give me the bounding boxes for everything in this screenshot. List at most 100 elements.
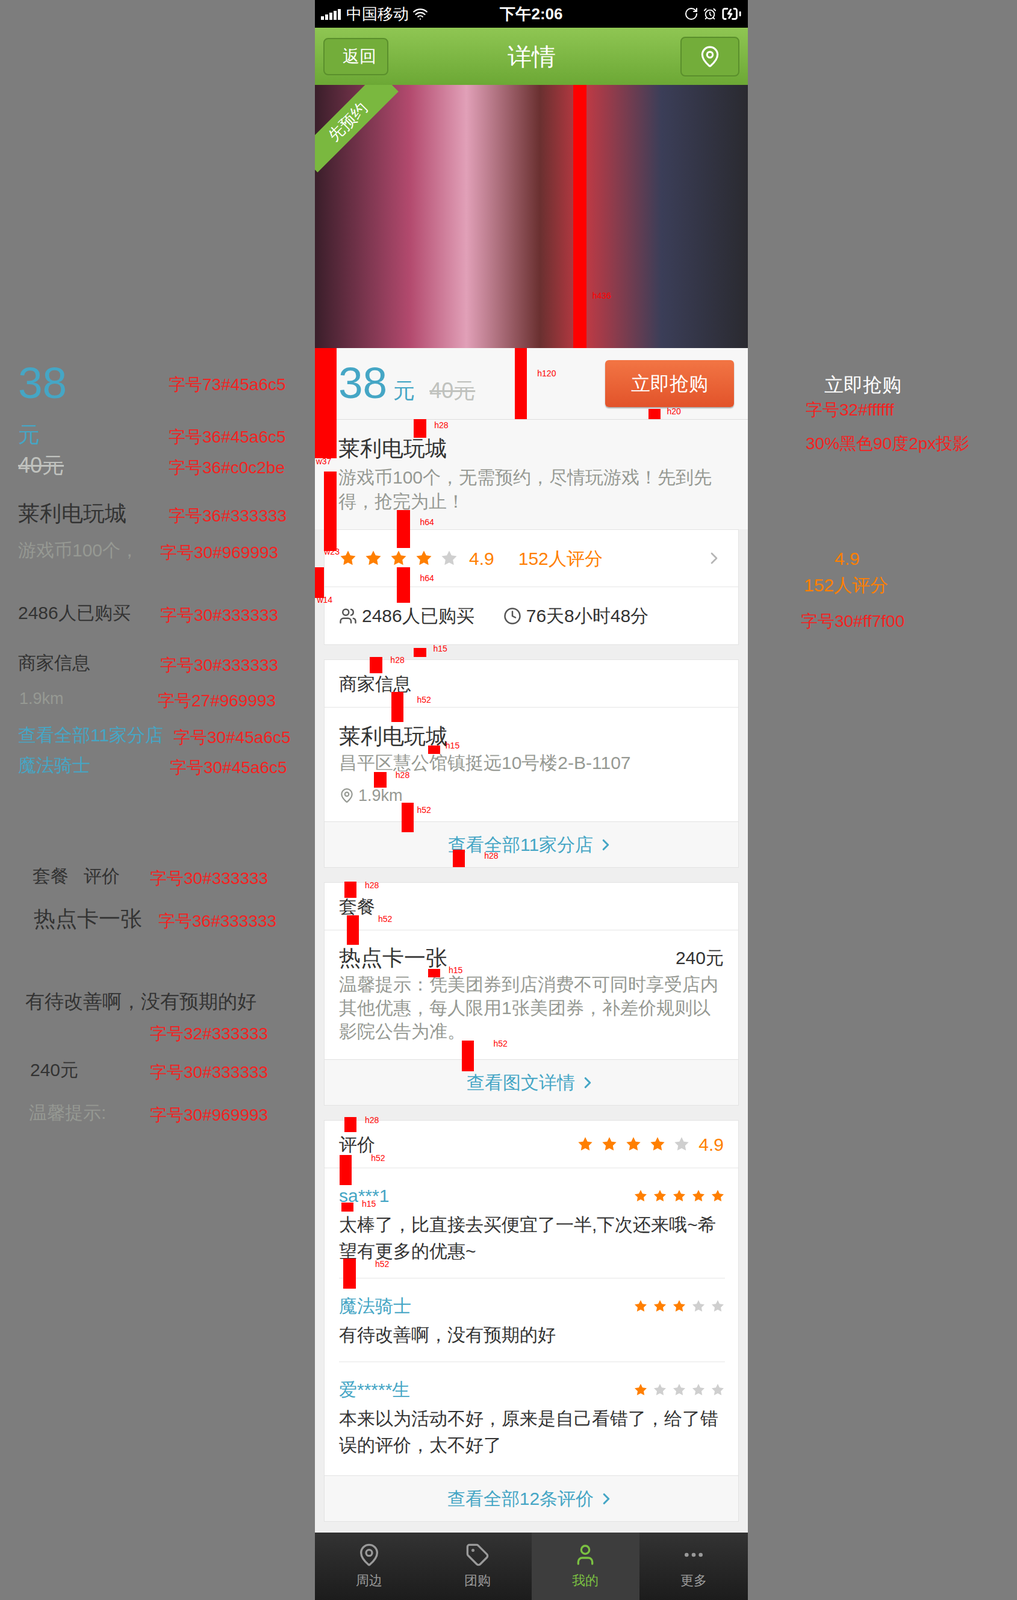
measure-bar — [514, 348, 527, 420]
back-button[interactable]: 返回 — [323, 37, 389, 76]
star-icon — [673, 1135, 691, 1153]
left-annotations: 38字号73#45a6c5元字号36#45a6c540元字号36#c0c2be莱… — [0, 0, 315, 1600]
measure-bar — [396, 567, 411, 603]
star-icon — [649, 1135, 666, 1153]
measure-label: w23 — [323, 547, 340, 556]
measure-bar — [339, 1154, 352, 1186]
measure-bar — [344, 881, 357, 898]
package-name: 热点卡一张 — [339, 943, 448, 973]
overall-score: 4.9 — [698, 1130, 724, 1158]
star-icon — [652, 1298, 668, 1314]
measure-label: h15 — [361, 1199, 376, 1208]
annotation-sample: 游戏币100个， — [18, 541, 139, 560]
merchant-header: 商家信息 — [324, 659, 739, 708]
package-price: 240元 — [675, 943, 724, 973]
tab-item[interactable]: 团购 — [423, 1532, 532, 1600]
merchant-card: 商家信息莱利电玩城昌平区慧公馆镇挺远10号楼2-B-11071.9km查看全部1… — [323, 659, 739, 868]
all-reviews-link[interactable]: 查看全部12条评价 — [324, 1475, 739, 1521]
measure-bar — [413, 647, 426, 657]
measure-label: h436 — [592, 291, 612, 300]
reservation-badge: 先预约 — [314, 84, 399, 173]
nav-bar: 返回详情 — [314, 27, 748, 85]
map-pin-icon — [698, 45, 722, 69]
measure-label: h52 — [493, 1039, 507, 1048]
star-icon — [652, 1382, 668, 1397]
chevron-right-icon — [597, 1489, 616, 1508]
star-icon — [440, 549, 459, 568]
annotation-sample: 查看全部11家分店 — [18, 726, 164, 745]
right-annotations: 立即抢购字号32#ffffff30%黑色90度2px投影4.9152人评分字号3… — [747, 0, 1017, 1600]
annotation-sample: 元 — [18, 423, 40, 446]
star-icon — [710, 1188, 725, 1204]
review-item: 魔法骑士有待改善啊，没有预期的好 — [339, 1278, 725, 1363]
tab-icon — [465, 1542, 490, 1567]
tab-icon — [357, 1542, 382, 1567]
chevron-right-icon — [578, 1073, 597, 1092]
measure-label: h28 — [364, 880, 379, 890]
annotation-spec: 字号36#333333 — [168, 507, 287, 525]
price-unit: 元 — [393, 374, 415, 408]
annotation-sample: 40元 — [18, 454, 64, 477]
star-icon — [389, 549, 408, 568]
star-icon — [633, 1382, 648, 1397]
annotation-sample: 魔法骑士 — [18, 756, 91, 775]
map-button[interactable] — [680, 36, 740, 77]
measure-bar — [573, 84, 587, 349]
measure-bar — [323, 471, 336, 551]
details-link[interactable]: 查看图文详情 — [324, 1059, 739, 1105]
measure-bar — [396, 510, 411, 548]
deal-info: 莱利电玩城游戏币100个，无需预约，尽情玩游戏！先到先得，抢完为止！ — [314, 419, 748, 530]
signal-icon — [320, 7, 343, 20]
tab-item[interactable]: 更多 — [639, 1532, 748, 1600]
measure-label: h20 — [666, 407, 681, 416]
annotation-spec: 字号30#333333 — [160, 606, 279, 624]
annotation-sample: 有待改善啊，没有预期的好 — [25, 991, 257, 1011]
measure-bar — [344, 1116, 357, 1133]
star-icon — [652, 1188, 668, 1204]
measure-label: h52 — [370, 1153, 385, 1163]
people-icon — [339, 606, 358, 626]
measure-bar — [401, 802, 414, 833]
measure-label: h28 — [364, 1115, 379, 1125]
measure-label: h15 — [445, 741, 460, 750]
star-icon — [576, 1135, 594, 1153]
measure-label: h64 — [419, 573, 434, 583]
annotation-sample: 套餐 评价 — [32, 867, 120, 886]
measure-bar — [413, 419, 426, 438]
review-stars — [633, 1188, 725, 1204]
overall-stars — [576, 1135, 691, 1153]
phone-screen: 中国移动下午2:06返回详情先预约38元40元立即抢购莱利电玩城游戏币100个，… — [314, 0, 748, 1600]
review-text: 太棒了，比直接去买便宜了一半,下次还来哦~希望有更多的优惠~ — [339, 1211, 725, 1265]
status-bar: 中国移动下午2:06 — [314, 0, 748, 28]
review-user: 魔法骑士 — [339, 1295, 412, 1317]
annotation-spec: 字号73#45a6c5 — [168, 376, 287, 394]
annotation-sample: 2486人已购买 — [18, 603, 131, 623]
rating-row[interactable]: 4.9152人评分 — [324, 529, 739, 588]
branches-link[interactable]: 查看全部11家分店 — [324, 821, 739, 868]
star-icon — [633, 1188, 648, 1204]
package-body: 热点卡一张 240元温馨提示：凭美团券到店消费不可同时享受店内其他优惠，每人限用1… — [324, 930, 739, 1060]
measure-label: h28 — [395, 770, 410, 780]
price: 38 — [338, 360, 388, 405]
tab-item[interactable]: 我的 — [531, 1532, 641, 1600]
measure-bar — [373, 771, 386, 787]
buy-button[interactable]: 立即抢购 — [605, 360, 734, 408]
tab-icon — [573, 1542, 598, 1567]
star-icon — [414, 549, 433, 568]
rating-score: 4.9 — [469, 544, 495, 573]
star-icon — [600, 1135, 618, 1153]
annotation-sample: 4.9 — [834, 549, 860, 568]
measure-bar — [346, 915, 359, 945]
annotation-sample: 38 — [18, 360, 67, 405]
merchant-body[interactable]: 莱利电玩城昌平区慧公馆镇挺远10号楼2-B-11071.9km — [324, 707, 739, 822]
tab-item[interactable]: 周边 — [314, 1532, 424, 1600]
measure-label: h52 — [416, 805, 431, 815]
star-icon — [625, 1135, 642, 1153]
clock: 下午2:06 — [499, 2, 563, 26]
chevron-right-icon — [704, 548, 724, 568]
package-tips: 温馨提示：凭美团券到店消费不可同时享受店内其他优惠，每人限用1张美团券，补差价规… — [339, 972, 724, 1043]
star-icon — [339, 549, 358, 568]
star-icon — [671, 1382, 687, 1397]
annotation-sample: 240元 — [30, 1060, 79, 1080]
annotation-spec: 字号32#333333 — [149, 1025, 268, 1043]
